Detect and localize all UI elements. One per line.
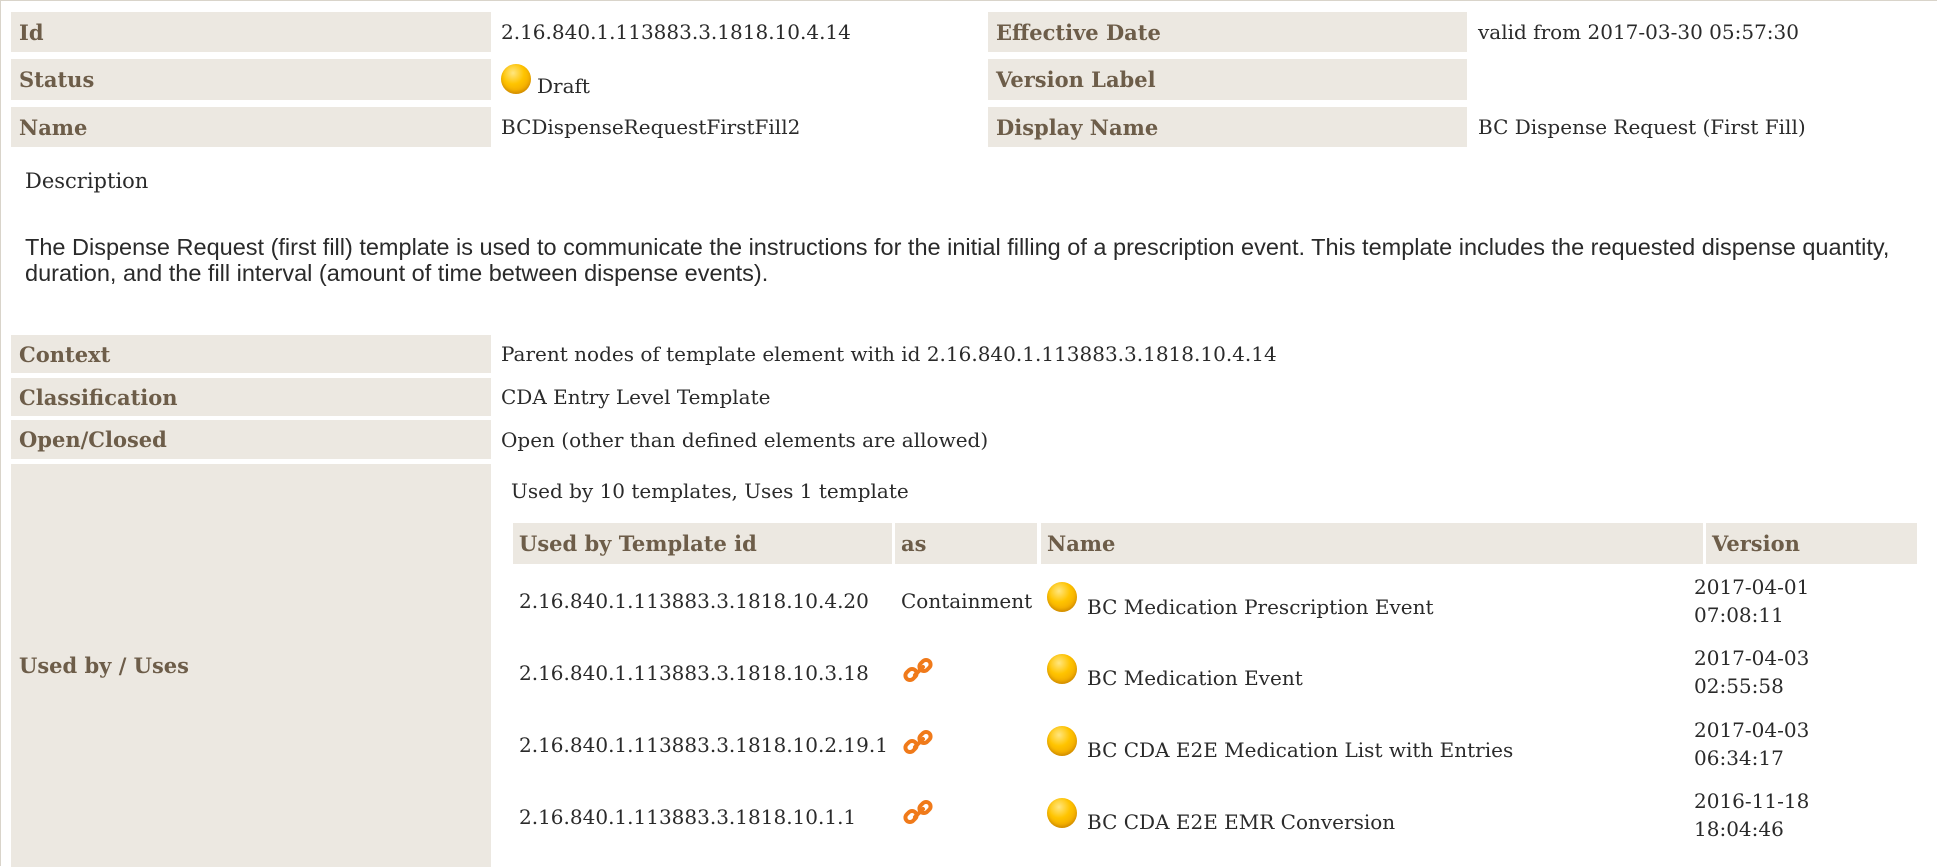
used-by-summary: Used by 10 templates, Uses 1 template xyxy=(511,479,909,503)
classification-label: Classification xyxy=(11,378,491,416)
status-label: Status xyxy=(11,59,491,100)
open-closed-value: Open (other than defined elements are al… xyxy=(501,427,989,452)
row2-link-icon[interactable] xyxy=(901,653,937,689)
col-header-name: Name xyxy=(1041,523,1703,564)
used-by-uses-label: Used by / Uses xyxy=(11,464,491,867)
col-header-version: Version xyxy=(1706,523,1917,564)
row2-name[interactable]: BC Medication Event xyxy=(1087,666,1303,690)
display-name-label: Display Name xyxy=(988,107,1467,147)
context-value: Parent nodes of template element with id… xyxy=(501,342,1277,366)
id-value: 2.16.840.1.113883.3.1818.10.4.14 xyxy=(501,20,851,44)
row3-template-id[interactable]: 2.16.840.1.113883.3.1818.10.2.19.1 xyxy=(519,733,888,757)
version-label-label: Version Label xyxy=(988,59,1467,100)
context-label: Context xyxy=(11,335,491,373)
row1-name[interactable]: BC Medication Prescription Event xyxy=(1087,595,1434,619)
row3-link-icon[interactable] xyxy=(901,725,937,761)
status-text: Draft xyxy=(537,74,590,98)
row2-template-id[interactable]: 2.16.840.1.113883.3.1818.10.3.18 xyxy=(519,661,869,685)
status-draft-ball-icon xyxy=(501,64,531,94)
description-label: Description xyxy=(25,169,149,193)
row3-name[interactable]: BC CDA E2E Medication List with Entries xyxy=(1087,738,1513,762)
name-label: Name xyxy=(11,107,491,147)
row1-status-ball-icon xyxy=(1047,582,1077,612)
row4-template-id[interactable]: 2.16.840.1.113883.3.1818.10.1.1 xyxy=(519,805,856,829)
row3-version: 2017-04-03 06:34:17 xyxy=(1694,718,1810,770)
row4-link-icon[interactable] xyxy=(901,795,937,831)
classification-value: CDA Entry Level Template xyxy=(501,385,771,409)
row4-version: 2016-11-18 18:04:46 xyxy=(1694,789,1810,841)
row4-name[interactable]: BC CDA E2E EMR Conversion xyxy=(1087,810,1395,834)
effective-date-label: Effective Date xyxy=(988,12,1467,52)
row2-version: 2017-04-03 02:55:58 xyxy=(1694,646,1810,698)
name-value: BCDispenseRequestFirstFill2 xyxy=(501,115,801,139)
col-header-template-id: Used by Template id xyxy=(513,523,892,564)
row1-template-id[interactable]: 2.16.840.1.113883.3.1818.10.4.20 xyxy=(519,589,869,613)
row4-status-ball-icon xyxy=(1047,798,1077,828)
row1-version: 2017-04-01 07:08:11 xyxy=(1694,575,1810,627)
col-header-as: as xyxy=(895,523,1037,564)
template-detail-page: Id 2.16.840.1.113883.3.1818.10.4.14 Effe… xyxy=(0,0,1937,867)
effective-date-value: valid from 2017-03-30 05:57:30 xyxy=(1478,20,1799,44)
open-closed-label: Open/Closed xyxy=(11,420,491,459)
description-text: The Dispense Request (first fill) templa… xyxy=(25,234,1890,286)
id-label: Id xyxy=(11,12,491,52)
status-value: Draft xyxy=(501,59,590,105)
row2-status-ball-icon xyxy=(1047,654,1077,684)
row3-status-ball-icon xyxy=(1047,726,1077,756)
row1-as: Containment xyxy=(901,589,1033,613)
display-name-value: BC Dispense Request (First Fill) xyxy=(1478,115,1806,139)
